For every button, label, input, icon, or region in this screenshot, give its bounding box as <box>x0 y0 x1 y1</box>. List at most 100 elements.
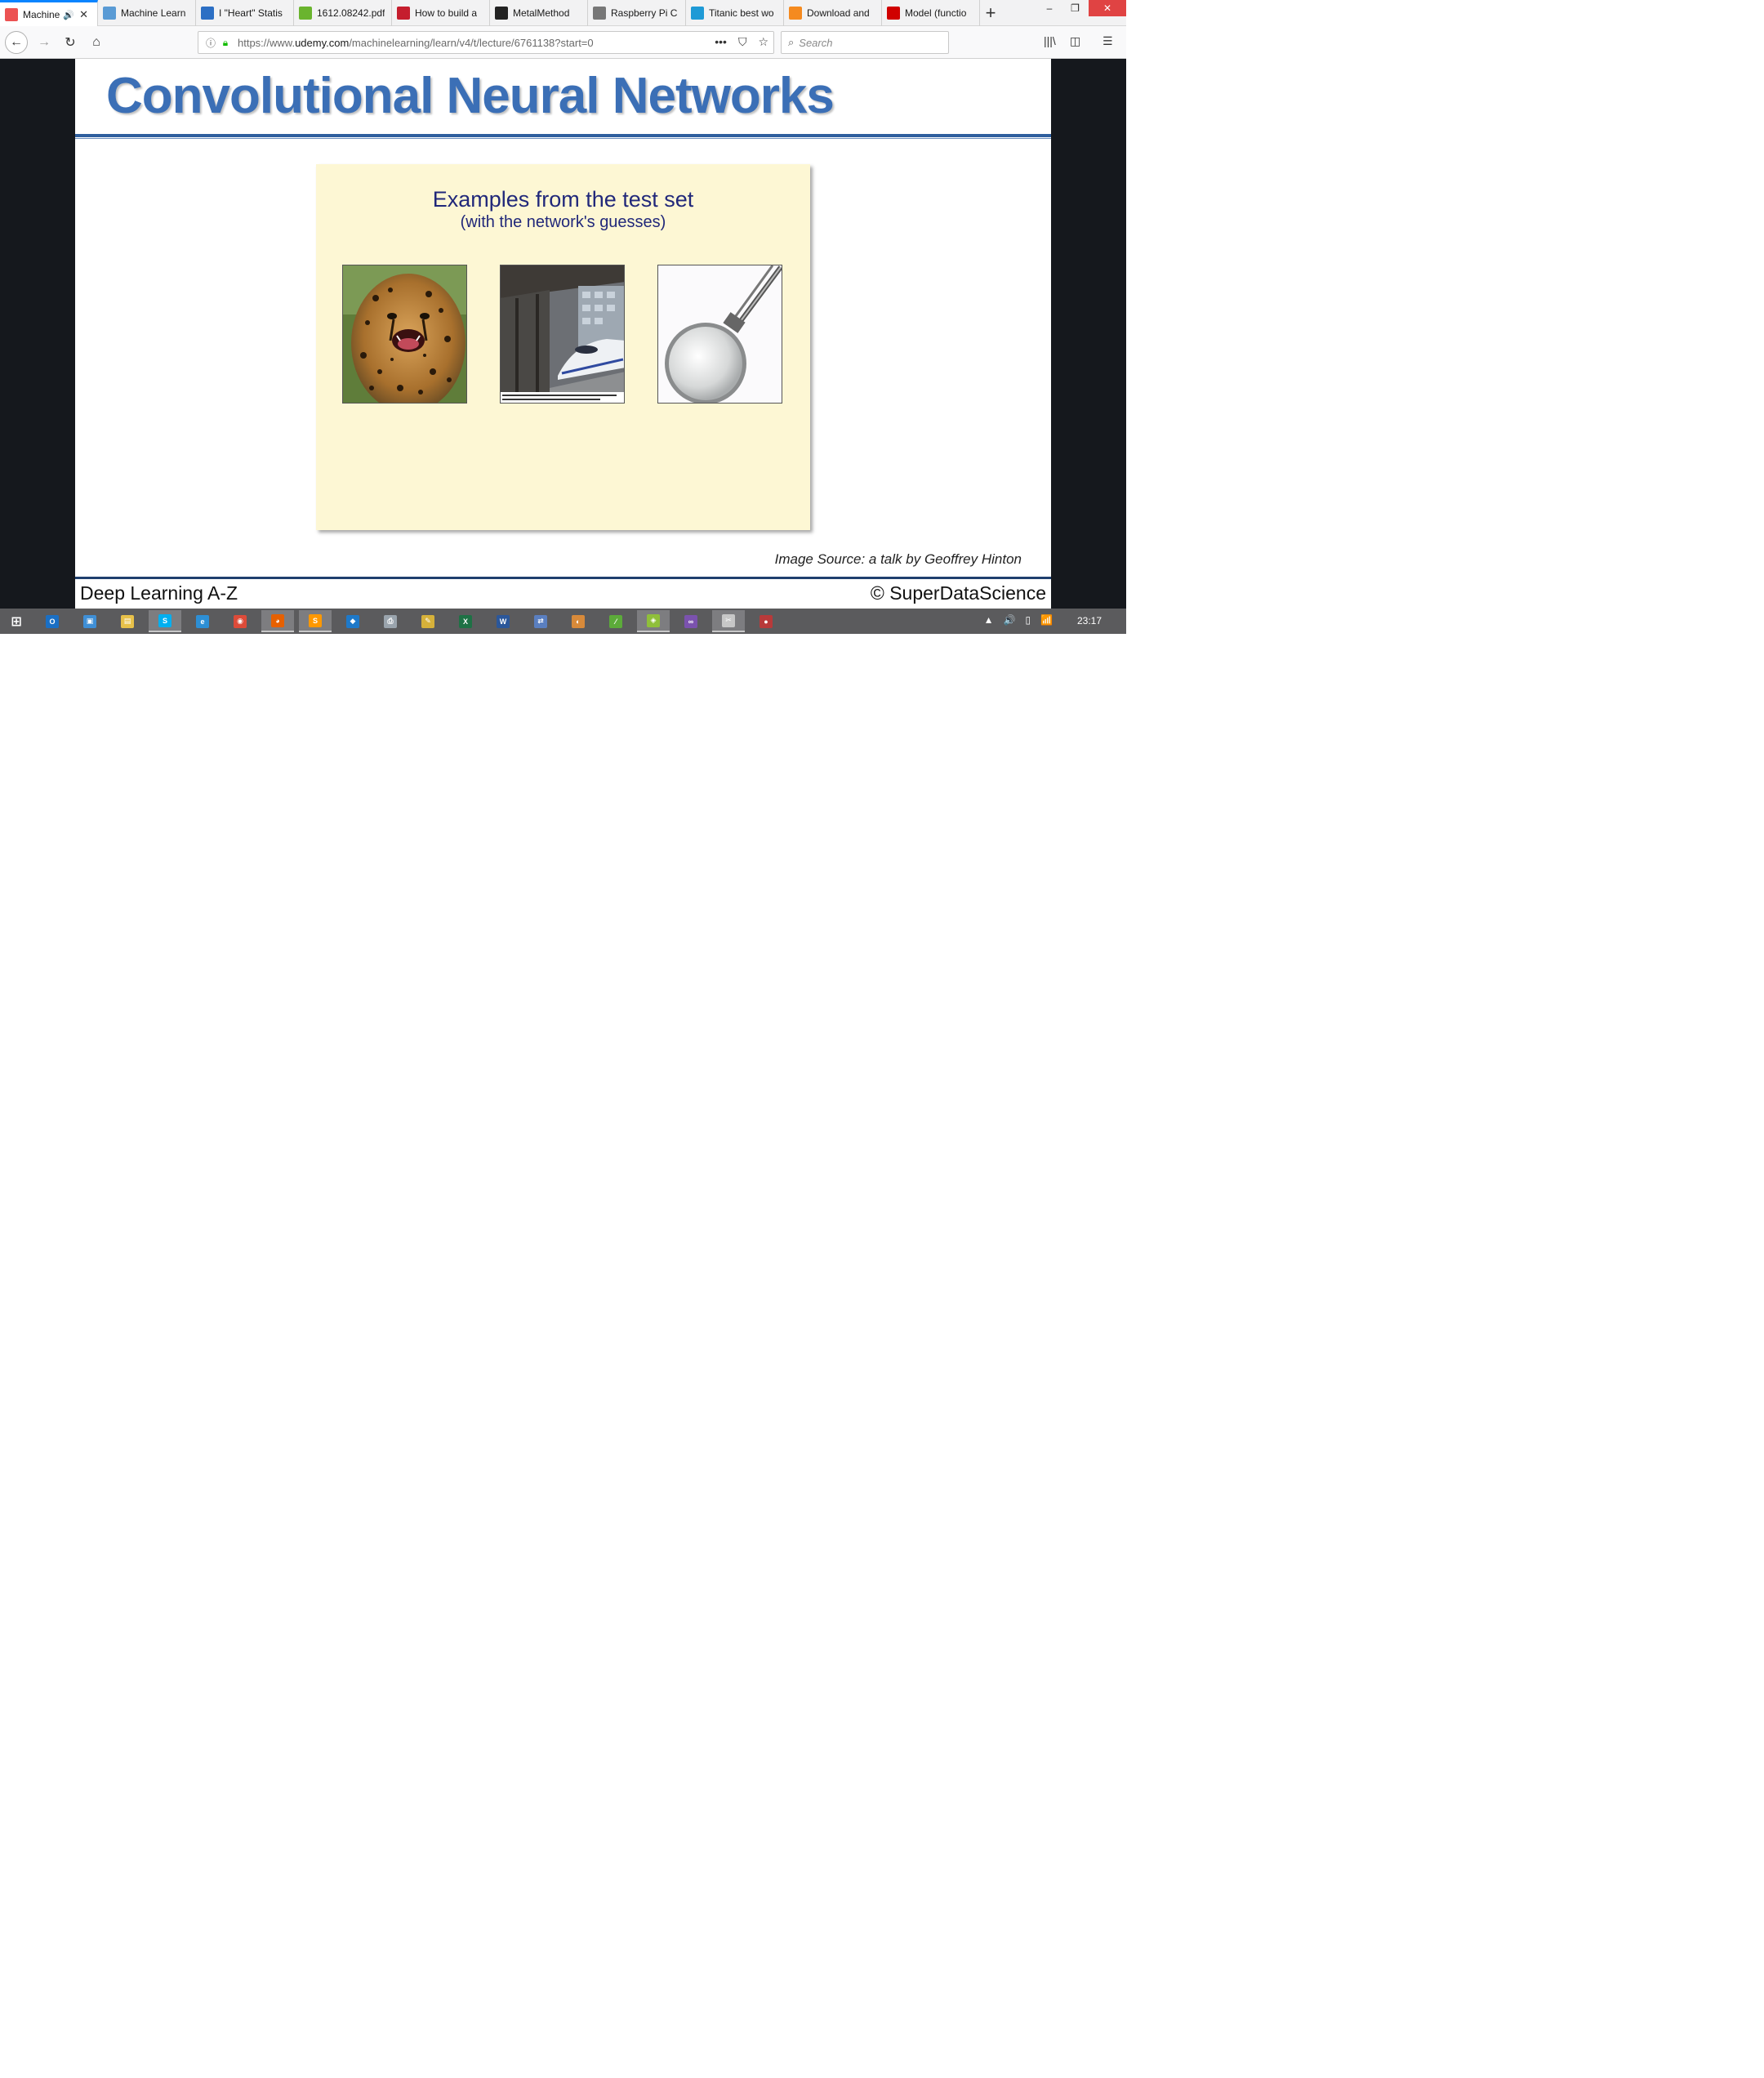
taskbar-app-button[interactable]: O <box>36 610 69 632</box>
search-input[interactable]: ⌕ Search <box>781 31 949 54</box>
tab-label: Download and <box>807 7 870 19</box>
cloud-icon <box>103 7 116 20</box>
menu-icon[interactable]: ☰ <box>1102 34 1113 48</box>
lecture-slide: Convolutional Neural Networks Examples f… <box>75 59 1051 609</box>
taskbar-app-button[interactable]: S <box>149 610 181 632</box>
forward-arrow-icon: → <box>38 35 51 49</box>
bookmark-star-icon[interactable]: ☆ <box>758 35 768 49</box>
tab-audio-icon[interactable]: 🔊 <box>63 10 74 20</box>
forward-button[interactable]: → <box>33 31 56 54</box>
back-button[interactable]: ← <box>5 31 28 54</box>
taskbar-app-button[interactable]: ∞ <box>675 610 707 632</box>
taskbar-app-button[interactable]: ● <box>750 610 782 632</box>
panel-title: Examples from the test set <box>432 187 694 212</box>
browser-tab[interactable]: Machine Learn <box>98 0 196 26</box>
pocket-icon[interactable]: ⛉ <box>738 35 747 49</box>
search-placeholder: Search <box>799 36 833 49</box>
browser-tab[interactable]: MetalMethod <box>490 0 588 26</box>
browser-tab[interactable]: Model (functio <box>882 0 980 26</box>
network-icon: ⇄ <box>534 614 547 628</box>
volume-icon[interactable]: 🔊 <box>1003 614 1015 626</box>
browser-nav-bar: ← → ↻ ⌂ ⓘ 🔒︎ https://www.udemy.com/machi… <box>0 26 1126 59</box>
snipping-icon: ✂ <box>722 613 735 627</box>
tab-label: Model (functio <box>905 7 967 19</box>
page-actions-button[interactable]: ••• <box>715 35 727 49</box>
pdf-icon <box>299 7 312 20</box>
raspberry-icon <box>593 7 606 20</box>
file-explorer-icon: ▤ <box>121 614 134 628</box>
outlook-icon: O <box>46 614 59 628</box>
sublime-icon: S <box>309 613 322 627</box>
computer-icon: ▣ <box>83 614 96 628</box>
taskbar-app-button[interactable]: ◐ <box>562 610 595 632</box>
battery-icon[interactable]: ▯ <box>1025 614 1031 626</box>
magnifying-glass-image <box>657 265 782 404</box>
taskbar-app-button[interactable]: ◉ <box>224 610 256 632</box>
browser-tab[interactable]: Titanic best wo <box>686 0 784 26</box>
reload-icon: ↻ <box>65 36 76 50</box>
github-icon <box>495 7 508 20</box>
course-name: Deep Learning A-Z <box>80 582 238 604</box>
panel-subtitle: (with the network's guesses) <box>460 213 666 231</box>
search-icon: ⌕ <box>788 36 795 48</box>
skype-icon: S <box>158 613 172 627</box>
tray-chevron-icon[interactable]: ▲ <box>984 614 994 626</box>
taskbar-app-button[interactable]: ⎙ <box>374 610 407 632</box>
new-tab-button[interactable]: + <box>978 0 1003 26</box>
browser-tab[interactable]: 1612.08242.pdf <box>294 0 392 26</box>
taskbar-app-button[interactable]: ✎ <box>412 610 444 632</box>
home-icon: ⌂ <box>92 35 100 49</box>
taskbar-app-button[interactable]: S <box>299 610 332 632</box>
footer-divider <box>75 577 1051 579</box>
tab-label: MetalMethod <box>513 7 570 19</box>
back-arrow-icon: ← <box>10 35 23 49</box>
info-icon[interactable]: ⓘ <box>203 36 218 50</box>
taskbar-app-button[interactable]: e <box>186 610 219 632</box>
taskbar-app-button[interactable]: ◆ <box>336 610 369 632</box>
browser-tab[interactable]: I "Heart" Statis <box>196 0 294 26</box>
excel-icon: X <box>459 614 472 628</box>
url-bar[interactable]: ⓘ 🔒︎ https://www.udemy.com/machinelearni… <box>198 31 774 54</box>
lock-icon: 🔒︎ <box>222 36 229 48</box>
tab-label: How to build a <box>415 7 478 19</box>
page-content: Convolutional Neural Networks Examples f… <box>0 59 1126 609</box>
taskbar-app-button[interactable]: ▣ <box>74 610 106 632</box>
sidebar-icon[interactable]: ◫ <box>1070 34 1080 48</box>
close-window-button[interactable]: ✕ <box>1089 0 1126 16</box>
browser-tab[interactable]: Download and <box>784 0 882 26</box>
reload-button[interactable]: ↻ <box>59 31 82 54</box>
tab-label: Raspberry Pi C <box>611 7 678 19</box>
minimize-button[interactable]: – <box>1037 0 1062 16</box>
maximize-button[interactable]: ❐ <box>1062 0 1089 16</box>
taskbar-app-button[interactable]: ▤ <box>111 610 144 632</box>
title-divider <box>75 134 1051 139</box>
system-tray: ▲ 🔊 ▯ 📶 <box>984 614 1053 626</box>
taskbar-app-button[interactable]: ◕ <box>261 610 294 632</box>
taskbar-clock[interactable]: 23:17 <box>1077 615 1102 627</box>
example-panel: Examples from the test set (with the net… <box>316 164 810 530</box>
paint-icon: ◐ <box>572 614 585 628</box>
url-path: /machinelearning/learn/v4/t/lecture/6761… <box>349 36 594 49</box>
taskbar-app-button[interactable]: ⊞ <box>0 610 33 632</box>
taskbar-app-button[interactable]: W <box>487 610 519 632</box>
image-source-caption: Image Source: a talk by Geoffrey Hinton <box>774 551 1022 567</box>
taskbar-app-button[interactable]: ◈ <box>637 610 670 632</box>
chrome-icon: ◉ <box>234 614 247 628</box>
wifi-signal-icon[interactable]: 📶 <box>1040 614 1053 626</box>
browser-tab-bar: Machine 🔊 ✕ Machine Learn I "Heart" Statis 16… <box>0 0 1126 27</box>
tab-label: Machine Learn <box>121 7 186 19</box>
tab-label: 1612.08242.pdf <box>317 7 385 19</box>
tab-close-icon[interactable]: ✕ <box>79 8 88 21</box>
taskbar-app-button[interactable]: ✂ <box>712 610 745 632</box>
taskbar-app-button[interactable]: ⁄ <box>599 610 632 632</box>
url-text[interactable]: https://www.udemy.com/machinelearning/le… <box>238 37 594 49</box>
taskbar-app-button[interactable]: X <box>449 610 482 632</box>
printer-icon: ⎙ <box>384 614 397 628</box>
browser-tab[interactable]: Machine 🔊 ✕ <box>0 0 98 27</box>
bullet-train-image <box>500 265 625 404</box>
home-button[interactable]: ⌂ <box>85 31 108 54</box>
browser-tab[interactable]: How to build a <box>392 0 490 26</box>
library-icon[interactable]: |||\ <box>1044 34 1056 47</box>
taskbar-app-button[interactable]: ⇄ <box>524 610 557 632</box>
browser-tab[interactable]: Raspberry Pi C <box>588 0 686 26</box>
